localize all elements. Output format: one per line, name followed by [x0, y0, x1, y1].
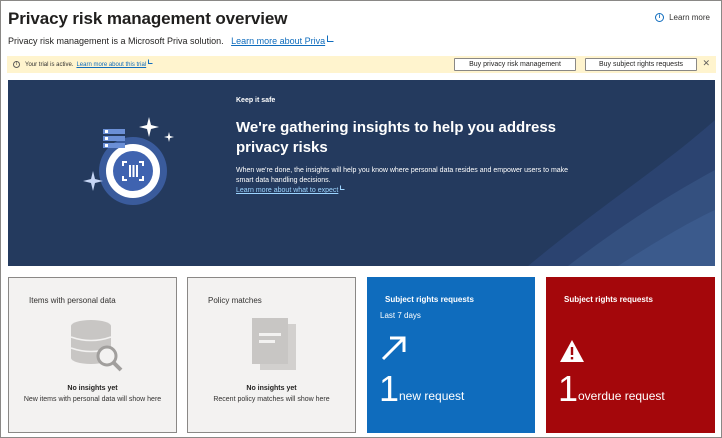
page-subtitle: Privacy risk management is a Microsoft P…: [8, 35, 335, 46]
buy-privacy-risk-button[interactable]: Buy privacy risk management: [454, 58, 576, 71]
document-icon: [252, 318, 296, 370]
learn-more-priva-link[interactable]: Learn more about Priva: [231, 35, 335, 46]
scan-badge-icon: [83, 117, 174, 205]
external-link-icon: [148, 59, 154, 64]
trial-message: Your trial is active.: [25, 61, 74, 68]
no-insights-description: Recent policy matches will show here: [213, 396, 330, 403]
trial-learn-more-link[interactable]: Learn more about this trial: [76, 59, 154, 68]
request-label: overdue request: [578, 389, 665, 403]
subtitle-text: Privacy risk management is a Microsoft P…: [8, 36, 224, 46]
external-link-icon: [340, 185, 346, 190]
database-search-icon: [70, 320, 123, 372]
hero-link-label: Learn more about what to expect: [236, 187, 339, 194]
external-link-icon: [327, 35, 335, 42]
request-label: new request: [399, 389, 465, 403]
learn-more-priva-label: Learn more about Priva: [231, 36, 326, 46]
card-period: Last 7 days: [380, 311, 421, 320]
request-count: 1: [558, 368, 579, 409]
request-count: 1: [379, 368, 400, 409]
arrow-up-right-icon: [381, 336, 406, 361]
hero-banner: Keep it safe We're gathering insights to…: [8, 80, 715, 266]
trial-link-label: Learn more about this trial: [76, 62, 147, 68]
card-title: Subject rights requests: [564, 295, 653, 304]
items-personal-data-card[interactable]: Items with personal data No insights yet…: [8, 277, 177, 433]
page-header: Privacy risk management overview i Learn…: [8, 9, 714, 31]
app-frame: Privacy risk management overview i Learn…: [0, 0, 722, 438]
srr-new-requests-card[interactable]: Subject rights requests Last 7 days 1 ne…: [367, 277, 535, 433]
learn-more-link[interactable]: i Learn more: [655, 13, 710, 22]
info-icon: i: [13, 61, 20, 68]
no-insights-label: No insights yet: [246, 385, 297, 392]
trial-banner: i Your trial is active. Learn more about…: [7, 56, 716, 73]
page-title: Privacy risk management overview: [8, 9, 288, 28]
card-title: Items with personal data: [29, 296, 116, 305]
policy-matches-card[interactable]: Policy matches No insights yet Recent po…: [187, 277, 356, 433]
srr-overdue-requests-card[interactable]: Subject rights requests 1 overdue reques…: [546, 277, 715, 433]
hero-kicker: Keep it safe: [236, 97, 276, 104]
warning-icon: [560, 340, 584, 362]
hero-body: When we're done, the insights will help …: [236, 167, 569, 184]
hero-heading: We're gathering insights to help you add…: [236, 119, 557, 156]
info-icon: i: [655, 13, 665, 22]
no-insights-label: No insights yet: [67, 385, 118, 392]
close-icon[interactable]: ✕: [702, 58, 710, 69]
hero-learn-more-link[interactable]: Learn more about what to expect: [236, 185, 346, 194]
buy-subject-rights-button[interactable]: Buy subject rights requests: [585, 58, 697, 71]
learn-more-label: Learn more: [669, 13, 710, 22]
card-title: Subject rights requests: [385, 295, 474, 304]
card-title: Policy matches: [208, 296, 262, 305]
no-insights-description: New items with personal data will show h…: [23, 396, 162, 403]
